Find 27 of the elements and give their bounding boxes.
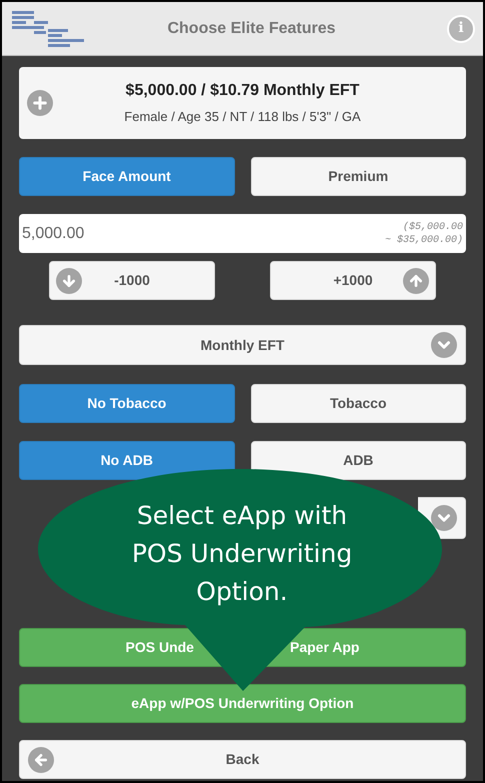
amount-range: ($5,000.00 (402, 220, 463, 234)
chevron-down-icon (431, 332, 457, 358)
arrow-up-icon (403, 268, 429, 294)
amount-range: ~ $35,000.00) (384, 234, 463, 246)
arrow-left-icon (28, 746, 54, 772)
amount-field[interactable]: 5,000.00 ($5,000.00 ~ $35,000.00) (19, 214, 466, 253)
toggle-option[interactable]: No Tobacco (19, 384, 234, 423)
toggle-option[interactable]: No ADB (19, 441, 234, 480)
tooltip-text: POS Underwriting (132, 538, 352, 570)
page-title: Choose Elite Features (166, 18, 337, 38)
stepper-button[interactable]: +1000 (270, 261, 436, 300)
toggle-option[interactable]: ADB (250, 441, 466, 480)
stepper-button[interactable]: -1000 (49, 261, 215, 300)
amount-value: 5,000.00 (22, 224, 86, 244)
tooltip-text: Option. (196, 576, 288, 608)
payment-select[interactable]: Monthly EFT (19, 325, 466, 365)
tooltip-text: Select eApp with (136, 500, 348, 532)
summary-details: Female / Age 35 / NT / 118 lbs / 5'3" / GA (124, 108, 361, 126)
chevron-down-icon (431, 505, 457, 531)
summary-title: $5,000.00 / $10.79 Monthly EFT (126, 81, 360, 102)
summary-card[interactable]: $5,000.00 / $10.79 Monthly EFT Female / Age 35 / NT / 118 lbs / 5'3" / GA (19, 67, 466, 139)
toggle-option[interactable]: Premium (250, 157, 466, 196)
toggle-option[interactable]: Tobacco (250, 384, 466, 423)
back-button[interactable]: Back (19, 740, 466, 779)
plus-icon (27, 90, 53, 116)
toggle-option[interactable]: Face Amount (19, 157, 234, 196)
arrow-down-icon (56, 268, 82, 294)
